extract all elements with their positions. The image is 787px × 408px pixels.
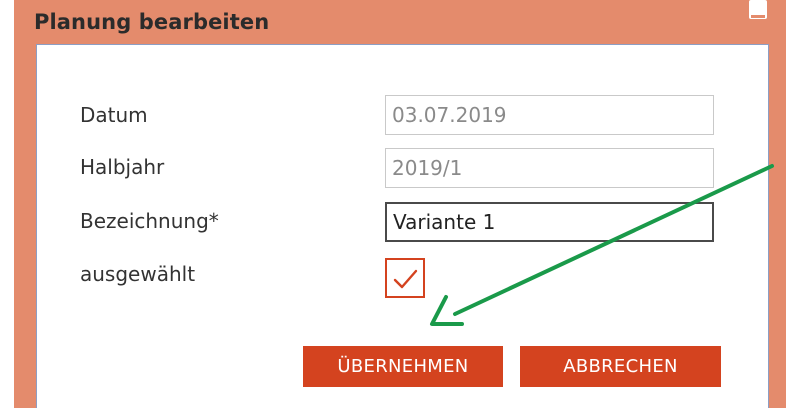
abbrechen-button[interactable]: ABBRECHEN	[520, 346, 721, 387]
uebernehmen-button[interactable]: ÜBERNEHMEN	[303, 346, 503, 387]
minimize-button[interactable]	[749, 0, 770, 22]
ausgewaehlt-label: ausgewählt	[80, 262, 196, 286]
ausgewaehlt-checkbox[interactable]	[385, 258, 425, 298]
bezeichnung-label: Bezeichnung*	[80, 209, 219, 233]
halbjahr-field[interactable]	[385, 148, 714, 188]
datum-field[interactable]	[385, 95, 714, 135]
dialog-title: Planung bearbeiten	[34, 10, 270, 34]
bezeichnung-field[interactable]	[385, 202, 714, 242]
minimize-icon	[749, 0, 767, 19]
halbjahr-label: Halbjahr	[80, 155, 165, 179]
checkmark-icon	[393, 269, 418, 289]
datum-label: Datum	[80, 103, 148, 127]
